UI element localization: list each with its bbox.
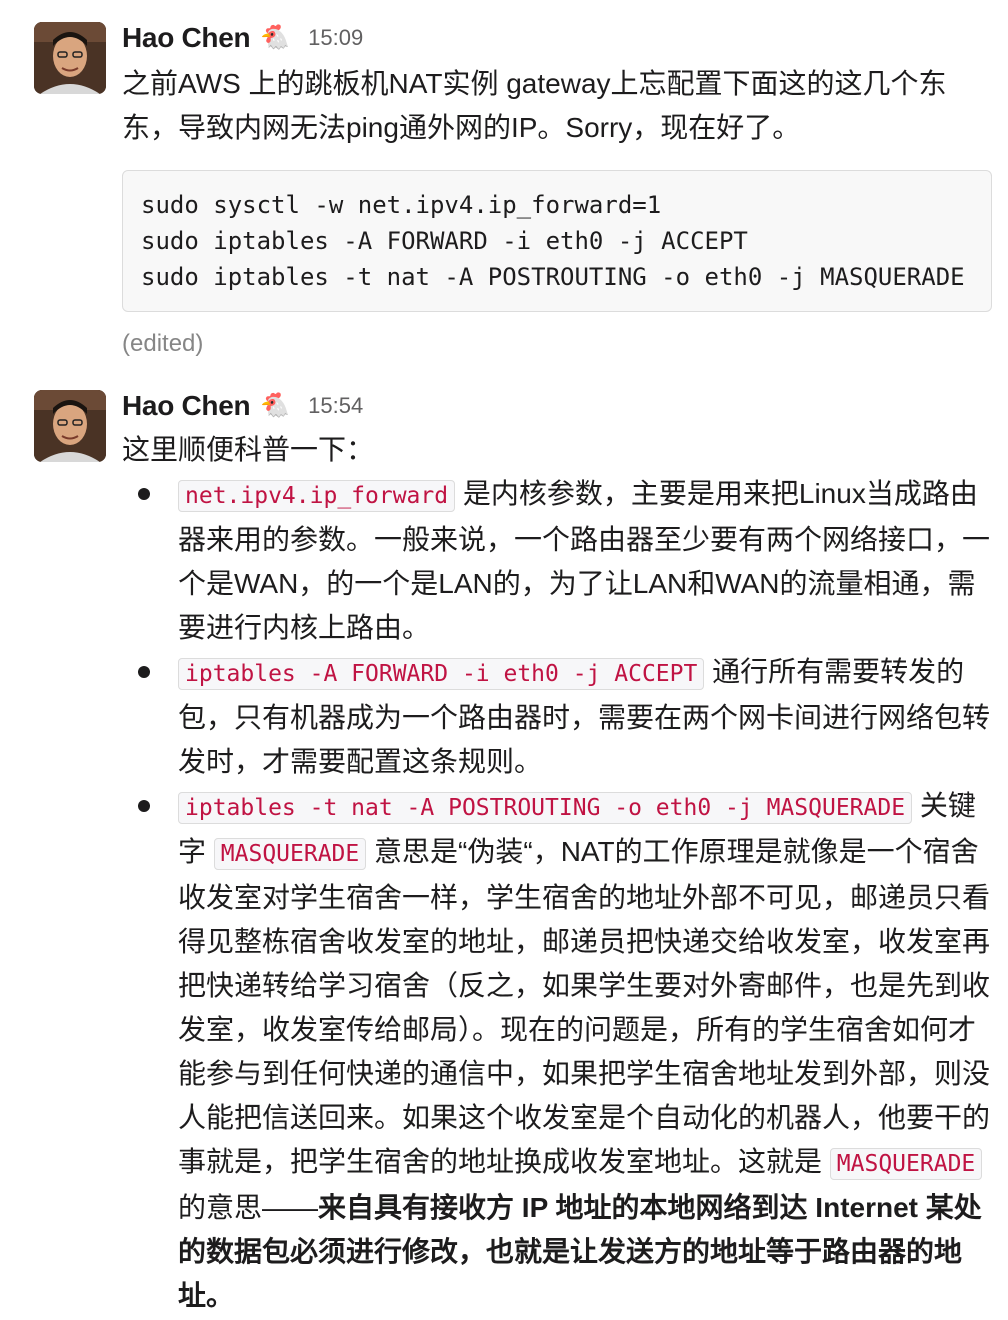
message-header: Hao Chen 🐔 15:54 <box>122 386 363 426</box>
inline-code: net.ipv4.ip_forward <box>178 480 456 512</box>
avatar-image <box>34 390 106 462</box>
code-line: sudo iptables -t nat -A POSTROUTING -o e… <box>141 263 965 291</box>
inline-code: MASQUERADE <box>829 1148 983 1180</box>
bullet-icon <box>138 488 150 500</box>
author-name[interactable]: Hao Chen <box>122 22 251 54</box>
chicken-icon: 🐔 <box>260 24 291 51</box>
bullet-list: net.ipv4.ip_forward 是内核参数，主要是用来把Linux当成路… <box>122 472 992 1318</box>
message-header: Hao Chen 🐔 15:09 <box>122 18 363 58</box>
list-item: net.ipv4.ip_forward 是内核参数，主要是用来把Linux当成路… <box>122 472 992 650</box>
bullet-text: 的意思—— <box>178 1192 319 1223</box>
avatar[interactable] <box>34 390 106 462</box>
avatar-image <box>34 22 106 94</box>
timestamp[interactable]: 15:54 <box>308 393 363 419</box>
bullet-text: 意思是“伪装“，NAT的工作原理是就像是一个宿舍收发室对学生宿舍一样，学生宿舍的… <box>178 836 991 1177</box>
list-item: iptables -A FORWARD -i eth0 -j ACCEPT 通行… <box>122 650 992 784</box>
code-line: sudo iptables -A FORWARD -i eth0 -j ACCE… <box>141 227 748 255</box>
list-item: iptables -t nat -A POSTROUTING -o eth0 -… <box>122 784 992 1318</box>
timestamp[interactable]: 15:09 <box>308 25 363 51</box>
author-name[interactable]: Hao Chen <box>122 390 251 422</box>
message-text: 这里顺便科普一下： <box>122 434 375 465</box>
code-line: sudo sysctl -w net.ipv4.ip_forward=1 <box>141 191 662 219</box>
inline-code: iptables -A FORWARD -i eth0 -j ACCEPT <box>178 658 705 690</box>
message-text: 之前AWS 上的跳板机NAT实例 gateway上忘配置下面这的这几个东东，导致… <box>122 68 947 143</box>
avatar[interactable] <box>34 22 106 94</box>
inline-code: MASQUERADE <box>213 838 367 870</box>
bullet-icon <box>138 800 150 812</box>
code-block: sudo sysctl -w net.ipv4.ip_forward=1sudo… <box>122 170 992 312</box>
chicken-icon: 🐔 <box>260 392 291 419</box>
bullet-icon <box>138 666 150 678</box>
inline-code: iptables -t nat -A POSTROUTING -o eth0 -… <box>178 792 913 824</box>
edited-label: (edited) <box>122 330 204 357</box>
